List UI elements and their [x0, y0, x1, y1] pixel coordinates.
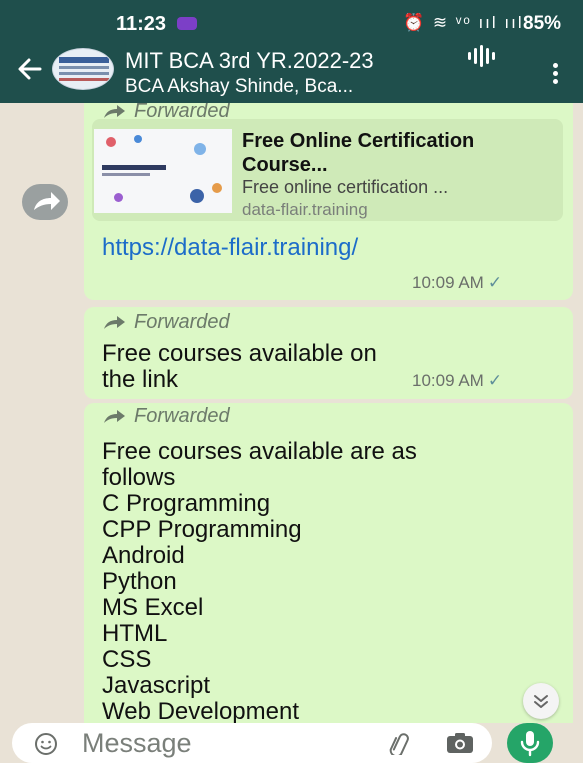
message-time: 10:09 AM: [412, 273, 484, 292]
sent-tick-icon: ✓: [487, 371, 503, 390]
message-time: 10:09 AM: [412, 371, 484, 390]
emoji-icon[interactable]: [34, 732, 58, 761]
composer-bar: Message: [0, 723, 583, 763]
preview-thumbnail: [94, 129, 232, 213]
message-bubble[interactable]: Forwarded Free courses available on the …: [84, 307, 573, 399]
message-text: Free courses available are as follows C …: [102, 438, 417, 724]
message-bubble[interactable]: Forwarded Free courses available are as …: [84, 403, 573, 723]
forwarded-label: Forwarded: [102, 311, 230, 334]
forward-share-icon[interactable]: [22, 184, 68, 220]
forwarded-label: Forwarded: [102, 405, 230, 428]
camera-icon[interactable]: [446, 732, 474, 759]
message-text: Free courses available on the link: [102, 340, 377, 393]
status-time: 11:23: [116, 13, 167, 35]
top-bar: 11:23 ⏰ ≋ ᵛᵒ ııl ııl 85% MIT BCA 3rd YR.…: [0, 0, 583, 103]
double-chevron-down-icon: [534, 695, 548, 708]
message-placeholder[interactable]: Message: [82, 728, 192, 759]
attach-icon[interactable]: [386, 731, 414, 760]
mic-icon: [520, 731, 540, 757]
app-badge-icon: [177, 17, 197, 30]
mic-button[interactable]: [507, 723, 553, 763]
forwarded-icon: [104, 316, 125, 329]
message-link[interactable]: https://data-flair.training/: [102, 234, 358, 262]
battery-level: 85%: [523, 13, 562, 34]
back-arrow-icon[interactable]: [16, 55, 44, 83]
message-bubble[interactable]: Forwarded Free Online Certification Cour…: [84, 103, 573, 300]
preview-description: Free online certification ...: [242, 177, 449, 197]
chat-area[interactable]: Forwarded Free Online Certification Cour…: [0, 103, 583, 723]
chat-title[interactable]: MIT BCA 3rd YR.2022-23: [125, 48, 374, 74]
forwarded-icon: [104, 410, 125, 423]
link-preview-card[interactable]: Free Online Certification Course... Free…: [92, 119, 563, 221]
signal-icons: ⏰ ≋ ᵛᵒ ııl ııl: [403, 13, 524, 32]
preview-domain: data-flair.training: [242, 200, 368, 219]
status-bar: 11:23 ⏰ ≋ ᵛᵒ ııl ııl 85%: [0, 0, 583, 40]
message-input[interactable]: Message: [12, 723, 492, 763]
forwarded-icon: [104, 105, 125, 118]
message-meta: 10:09 AM ✓: [412, 371, 502, 391]
preview-title: Free Online Certification Course...: [242, 130, 475, 176]
more-options-icon[interactable]: [553, 63, 559, 84]
sent-tick-icon: ✓: [487, 273, 503, 292]
group-avatar[interactable]: [52, 48, 114, 90]
chat-subtitle[interactable]: BCA Akshay Shinde, Bca...: [125, 76, 353, 98]
scroll-to-bottom-button[interactable]: [523, 683, 559, 719]
message-meta: 10:09 AM ✓: [412, 273, 502, 293]
